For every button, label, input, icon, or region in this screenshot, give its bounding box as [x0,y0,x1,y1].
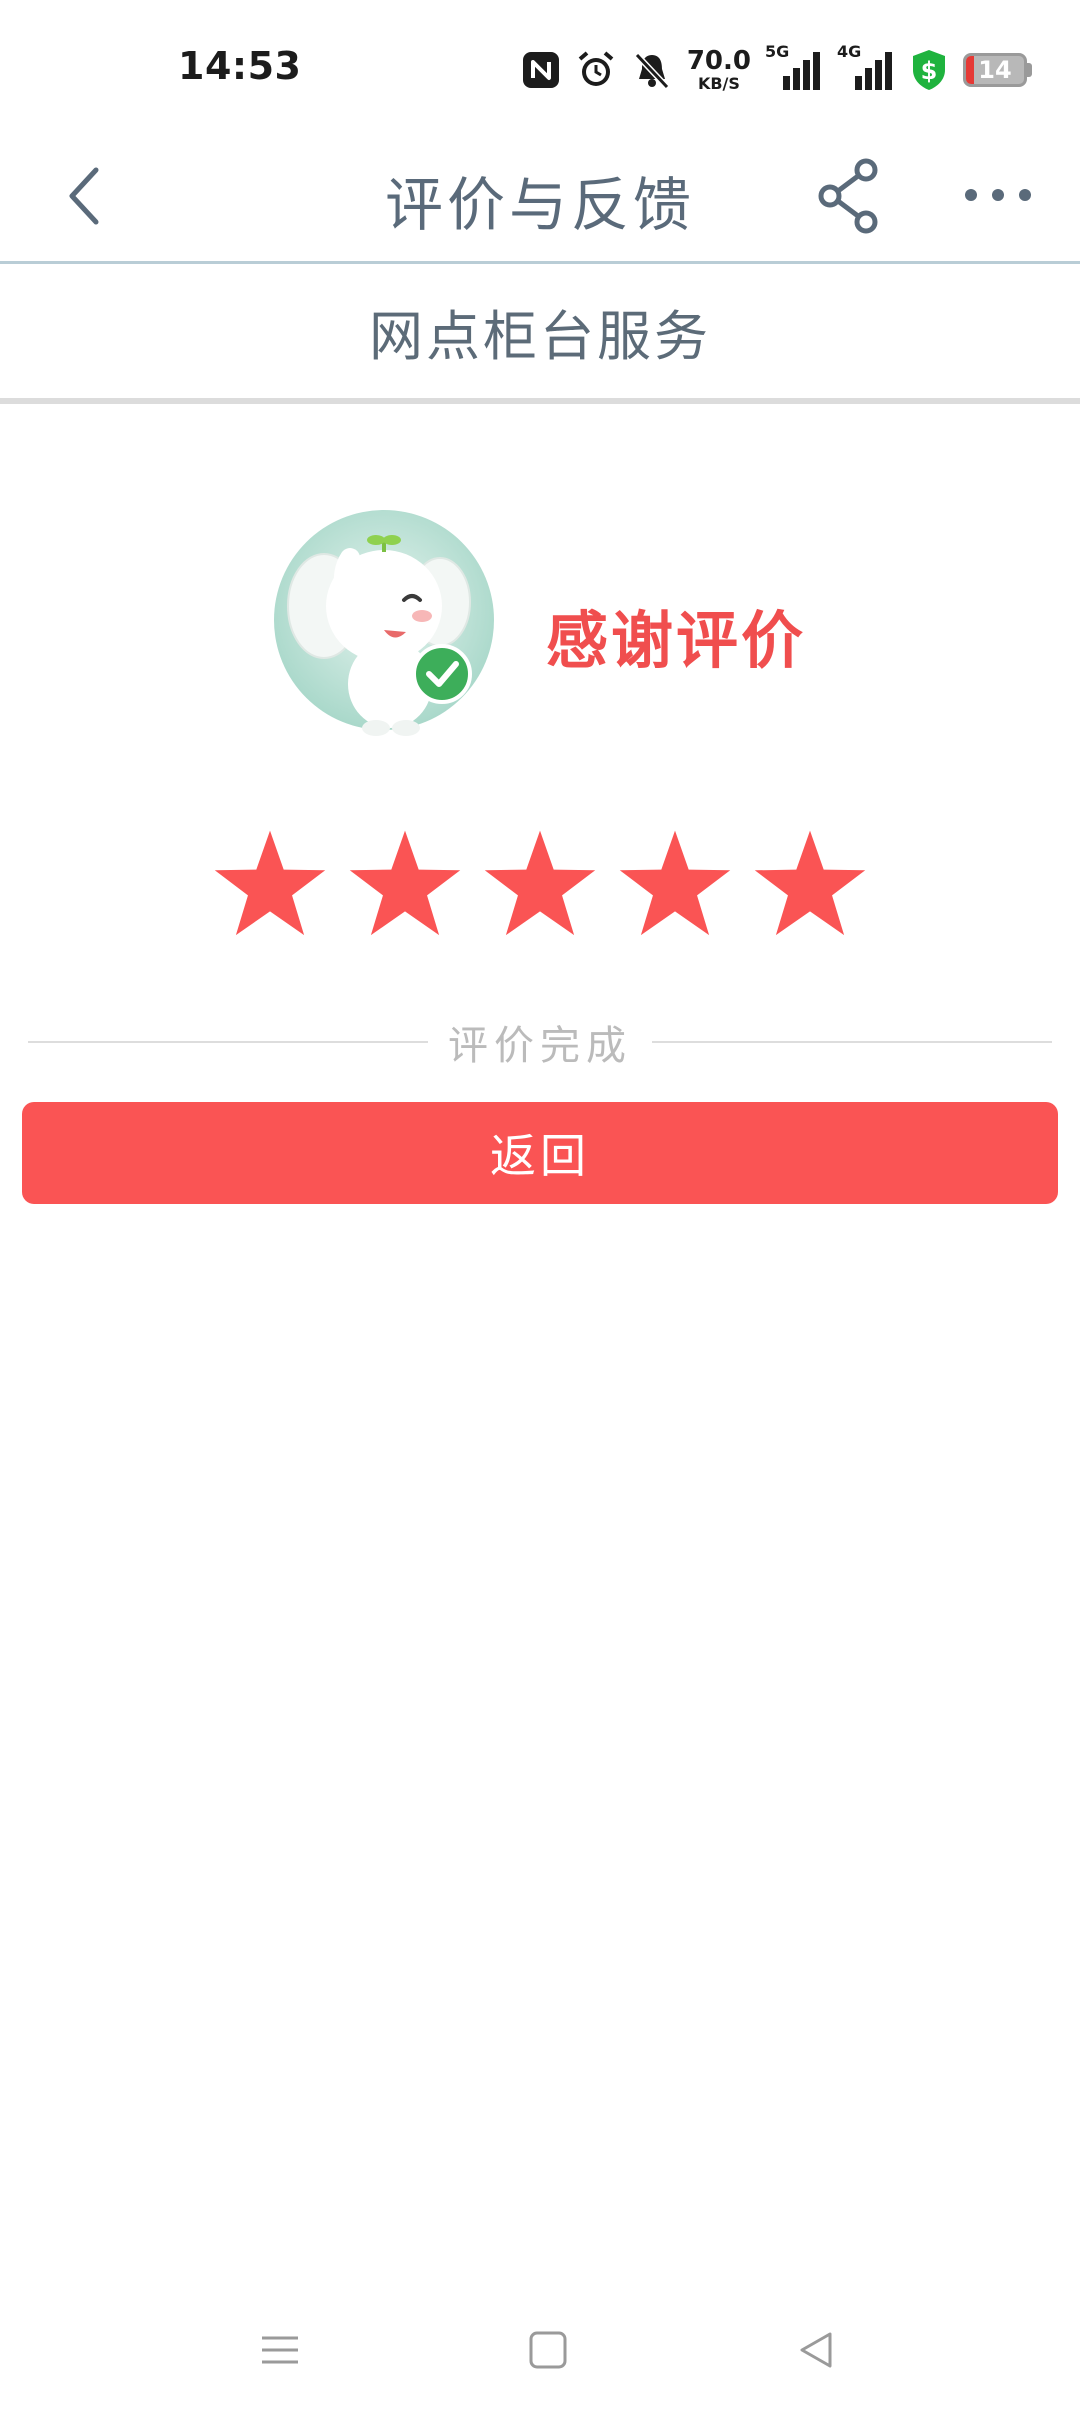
svg-text:$: $ [921,57,938,85]
battery-icon: 14 [963,53,1032,87]
page-title: 评价与反馈 [384,171,695,239]
star-icon[interactable] [617,826,733,942]
battery-level: 14 [978,56,1012,84]
battery-body: 14 [963,53,1027,87]
return-button[interactable]: 返回 [22,1102,1058,1204]
status-icons: 70.0 KB/S 5G 4G $ 14 [521,40,1032,100]
shield-dollar-icon: $ [909,48,949,92]
net-speed: 70.0 KB/S [687,48,751,92]
divider-line-left [28,1041,428,1043]
star-icon[interactable] [347,826,463,942]
back-triangle-icon[interactable] [786,2320,846,2380]
net-speed-unit: KB/S [697,74,740,93]
net-speed-value: 70.0 [686,46,751,76]
more-dots-icon [965,189,1031,201]
star-icon[interactable] [212,826,328,942]
battery-fill [966,56,975,84]
more-button[interactable] [958,170,1038,220]
menu-icon[interactable] [250,2320,310,2380]
service-title: 网点柜台服务 [369,304,711,368]
star-icon[interactable] [752,826,868,942]
mascot-elephant-image [272,506,500,742]
status-bar: 14:53 70.0 KB/S 5G 4G $ 14 [0,0,1080,130]
share-button[interactable] [812,154,888,238]
share-icon [818,158,878,234]
nfc-icon [521,50,561,90]
signal-5g-icon: 5G [765,42,823,92]
divider-line-right [652,1041,1052,1043]
status-time: 14:53 [178,44,302,88]
done-divider: 评价完成 [28,1012,1052,1072]
signal-4g-icon: 4G [837,42,895,92]
rating-stars [212,826,868,942]
service-title-bar: 网点柜台服务 [0,264,1080,404]
alarm-icon [575,49,617,91]
system-nav-bar [0,2290,1080,2400]
thanks-text: 感谢评价 [546,604,807,677]
done-text: 评价完成 [448,1023,632,1069]
home-icon[interactable] [518,2320,578,2380]
top-app-bar: 评价与反馈 [0,130,1080,264]
star-icon[interactable] [482,826,598,942]
bell-mute-icon [631,49,673,91]
